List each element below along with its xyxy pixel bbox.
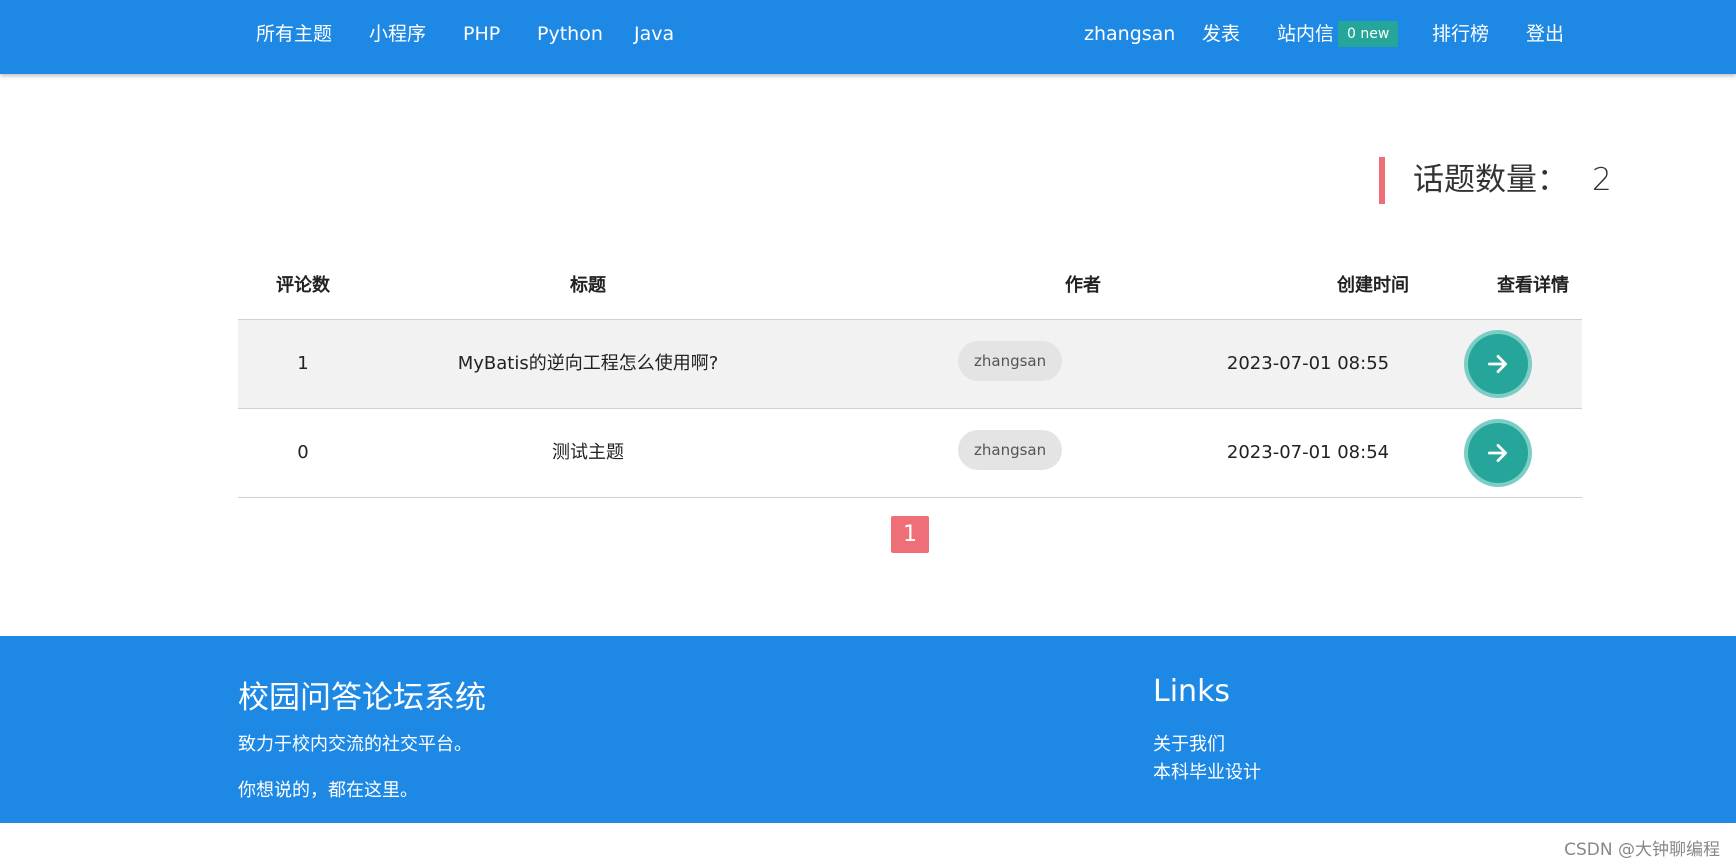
view-detail-button[interactable] <box>1468 423 1528 483</box>
topic-count-accent-bar <box>1379 157 1385 204</box>
nav-logout[interactable]: 登出 <box>1526 20 1564 48</box>
author-chip[interactable]: zhangsan <box>958 430 1063 470</box>
nav-python[interactable]: Python <box>537 20 603 48</box>
pagination-page-1[interactable]: 1 <box>891 516 929 553</box>
row-comments: 1 <box>297 353 309 374</box>
footer-link-about-us[interactable]: 关于我们 <box>1153 730 1225 756</box>
arrow-forward-icon <box>1487 355 1507 373</box>
nav-username[interactable]: zhangsan <box>1084 20 1175 48</box>
nav-leaderboard[interactable]: 排行榜 <box>1432 20 1489 48</box>
table-row: 1 MyBatis的逆向工程怎么使用啊? zhangsan 2023-07-01… <box>238 320 1582 409</box>
csdn-watermark: CSDN @大钟聊编程 <box>1564 840 1720 860</box>
row-title[interactable]: MyBatis的逆向工程怎么使用啊? <box>368 320 808 409</box>
header-title: 标题 <box>570 275 606 296</box>
footer-title: 校园问答论坛系统 <box>238 680 486 716</box>
header-created: 创建时间 <box>1337 275 1409 296</box>
top-navbar: 所有主题 小程序 PHP Python Java zhangsan 发表 站内信… <box>0 0 1736 74</box>
author-chip[interactable]: zhangsan <box>958 341 1063 381</box>
footer-tagline: 致力于校内交流的社交平台。 <box>238 734 472 755</box>
row-created: 2023-07-01 08:54 <box>1226 442 1390 463</box>
table-row: 0 测试主题 zhangsan 2023-07-01 08:54 <box>238 409 1582 498</box>
topic-count-label: 话题数量： <box>1413 162 1568 198</box>
topic-count-value: 2 <box>1592 162 1612 198</box>
nav-messages-label: 站内信 <box>1277 23 1335 45</box>
table-header: 评论数 标题 作者 创建时间 查看详情 <box>238 266 1582 320</box>
arrow-forward-icon <box>1487 444 1507 462</box>
row-created: 2023-07-01 08:55 <box>1226 353 1390 374</box>
view-detail-button[interactable] <box>1468 334 1528 394</box>
row-title[interactable]: 测试主题 <box>368 409 808 498</box>
row-comments: 0 <box>297 442 309 463</box>
nav-php[interactable]: PHP <box>463 20 500 48</box>
header-detail: 查看详情 <box>1497 275 1569 296</box>
nav-java[interactable]: Java <box>634 20 674 48</box>
topics-table: 评论数 标题 作者 创建时间 查看详情 1 MyBatis的逆向工程怎么使用啊?… <box>238 266 1582 498</box>
topic-count: 话题数量： 2 <box>1413 158 1612 202</box>
header-comments: 评论数 <box>276 275 330 296</box>
messages-new-badge: 0 new <box>1338 20 1399 47</box>
footer-slogan: 你想说的，都在这里。 <box>238 780 418 801</box>
header-author: 作者 <box>1065 275 1101 296</box>
nav-mini-program[interactable]: 小程序 <box>369 20 426 48</box>
nav-all-topics[interactable]: 所有主题 <box>256 20 332 48</box>
footer-links-heading: Links <box>1153 674 1231 709</box>
footer-link-graduation-project[interactable]: 本科毕业设计 <box>1153 758 1261 784</box>
nav-post[interactable]: 发表 <box>1202 20 1240 48</box>
footer: 校园问答论坛系统 致力于校内交流的社交平台。 你想说的，都在这里。 Links … <box>0 636 1736 823</box>
nav-messages[interactable]: 站内信 0 new <box>1277 20 1399 48</box>
